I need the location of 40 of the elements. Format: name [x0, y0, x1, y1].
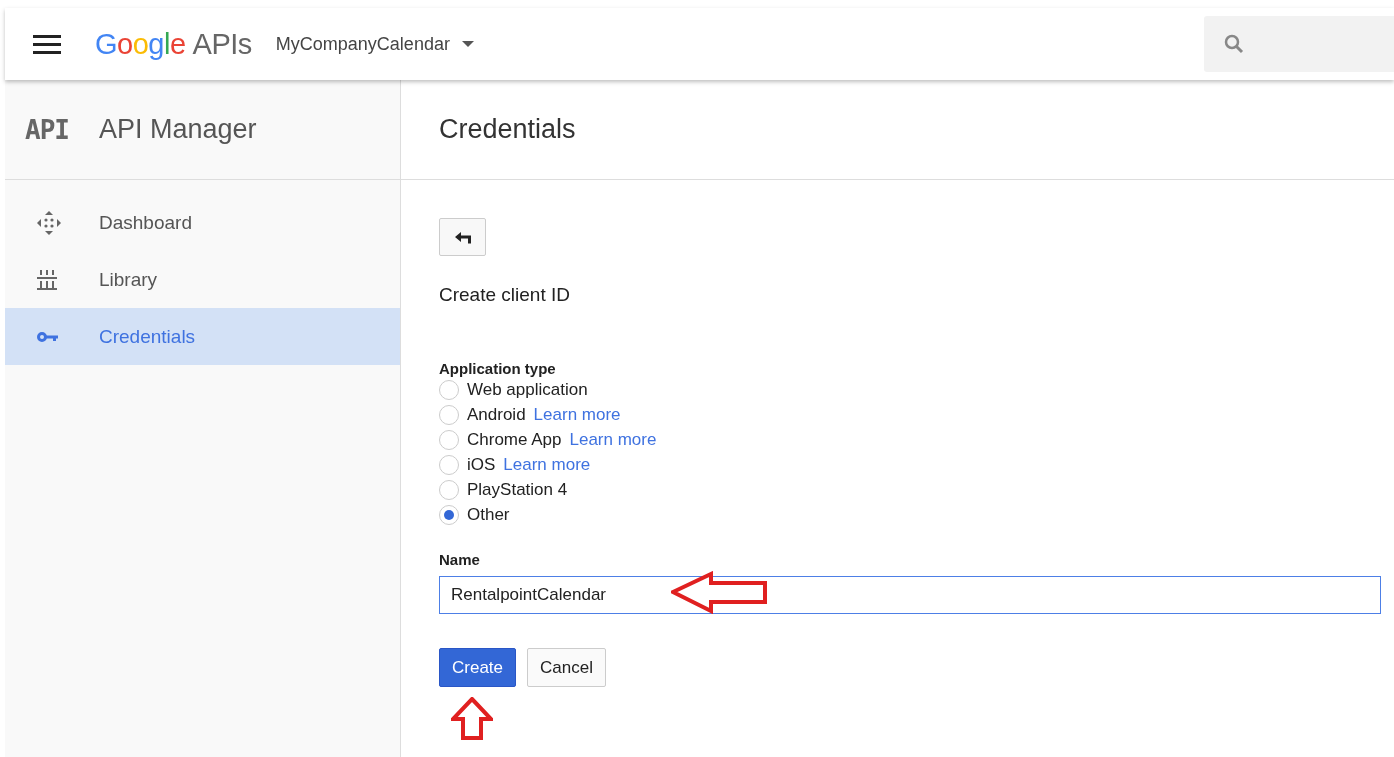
- key-icon: [37, 330, 59, 343]
- back-button[interactable]: [439, 218, 486, 256]
- menu-button[interactable]: [33, 33, 61, 55]
- option-label: Android: [467, 404, 526, 425]
- section-title: API Manager: [99, 114, 257, 145]
- annotation-arrow: [451, 697, 493, 740]
- learn-more-link[interactable]: Learn more: [569, 429, 657, 450]
- radio-button[interactable]: [439, 379, 459, 400]
- field-label: Name: [439, 551, 481, 568]
- sidebar-item[interactable]: Library: [5, 251, 400, 308]
- radio-button[interactable]: [439, 429, 459, 450]
- radio-button[interactable]: [439, 479, 459, 500]
- search-field[interactable]: [1204, 16, 1394, 72]
- option-label: Chrome App: [467, 429, 562, 450]
- name-field[interactable]: RentalpointCalendar: [439, 576, 1381, 614]
- caret-icon: [461, 41, 474, 47]
- radio-button[interactable]: [439, 404, 459, 425]
- radio-button[interactable]: [439, 504, 459, 525]
- field-label: Application type: [439, 360, 557, 377]
- page-title: Credentials: [439, 114, 576, 145]
- option-label: iOS: [467, 454, 496, 475]
- brand-logo: Google: [95, 27, 186, 61]
- option-label: Web application: [467, 379, 588, 400]
- create-button[interactable]: Create: [439, 648, 517, 687]
- sidebar-item[interactable]: Dashboard: [5, 194, 400, 251]
- form-heading: Create client ID: [439, 284, 571, 306]
- project-selector[interactable]: MyCompanyCalendar: [275, 33, 474, 55]
- library-icon: [37, 269, 57, 290]
- product-name: APIs: [192, 27, 252, 61]
- api-logo: API: [25, 114, 70, 145]
- learn-more-link[interactable]: Learn more: [503, 454, 591, 475]
- learn-more-link[interactable]: Learn more: [533, 404, 621, 425]
- cancel-button[interactable]: Cancel: [527, 648, 606, 687]
- option-label: Other: [467, 504, 510, 525]
- menu-icon: [33, 33, 61, 55]
- back-arrow-icon: [454, 230, 471, 244]
- dashboard-icon: [37, 210, 61, 235]
- search-icon: [1224, 34, 1244, 54]
- radio-button[interactable]: [439, 454, 459, 475]
- option-label: PlayStation 4: [467, 479, 568, 500]
